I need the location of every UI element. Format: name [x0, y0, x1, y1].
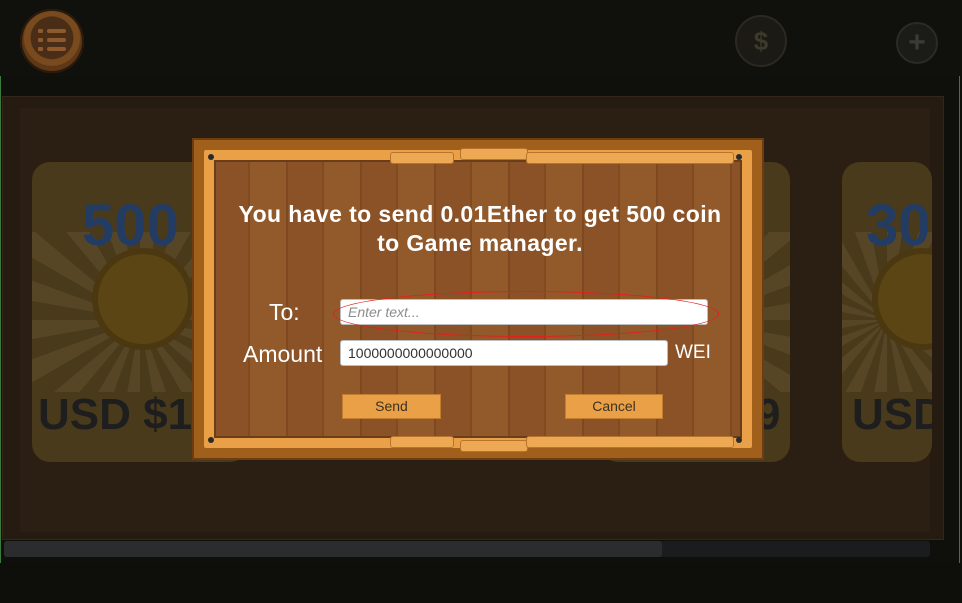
send-button[interactable]: Send: [342, 394, 441, 419]
dialog-message: You have to send 0.01Ether to get 500 co…: [238, 201, 722, 256]
list-lines: [38, 29, 66, 51]
card-price: USD: [852, 390, 932, 439]
plus-symbol: +: [908, 26, 926, 59]
cancel-button[interactable]: Cancel: [565, 394, 663, 419]
top-bar: $ +: [0, 0, 962, 76]
top-clip: [390, 152, 454, 164]
list-menu-icon[interactable]: [20, 9, 84, 73]
card-amount: 500: [82, 193, 179, 258]
amount-input[interactable]: [340, 340, 668, 366]
unit-label: WEI: [675, 342, 711, 363]
bolt-icon: [208, 437, 214, 443]
coin-stack-icon: [98, 254, 188, 344]
scrollbar-thumb[interactable]: [4, 541, 662, 557]
coin-count: [808, 30, 868, 48]
bottom-clip: [460, 440, 528, 452]
bolt-icon: [736, 154, 742, 160]
top-clip: [526, 152, 734, 164]
bottom-clip: [526, 436, 734, 448]
card-amount: 30: [866, 193, 931, 258]
bolt-icon: [208, 154, 214, 160]
to-address-input[interactable]: [340, 299, 708, 325]
bottom-bar: [0, 563, 962, 601]
dollar-coin-icon[interactable]: $: [735, 15, 787, 67]
plus-icon[interactable]: +: [896, 22, 938, 64]
amount-label: Amount: [243, 341, 323, 367]
bolt-icon: [736, 437, 742, 443]
shop-card[interactable]: 30 USD: [842, 162, 932, 462]
to-label: To:: [269, 299, 300, 325]
dollar-symbol: $: [753, 26, 769, 56]
horizontal-scrollbar[interactable]: [4, 541, 930, 557]
bottom-clip: [390, 436, 454, 448]
top-clip: [460, 148, 528, 160]
